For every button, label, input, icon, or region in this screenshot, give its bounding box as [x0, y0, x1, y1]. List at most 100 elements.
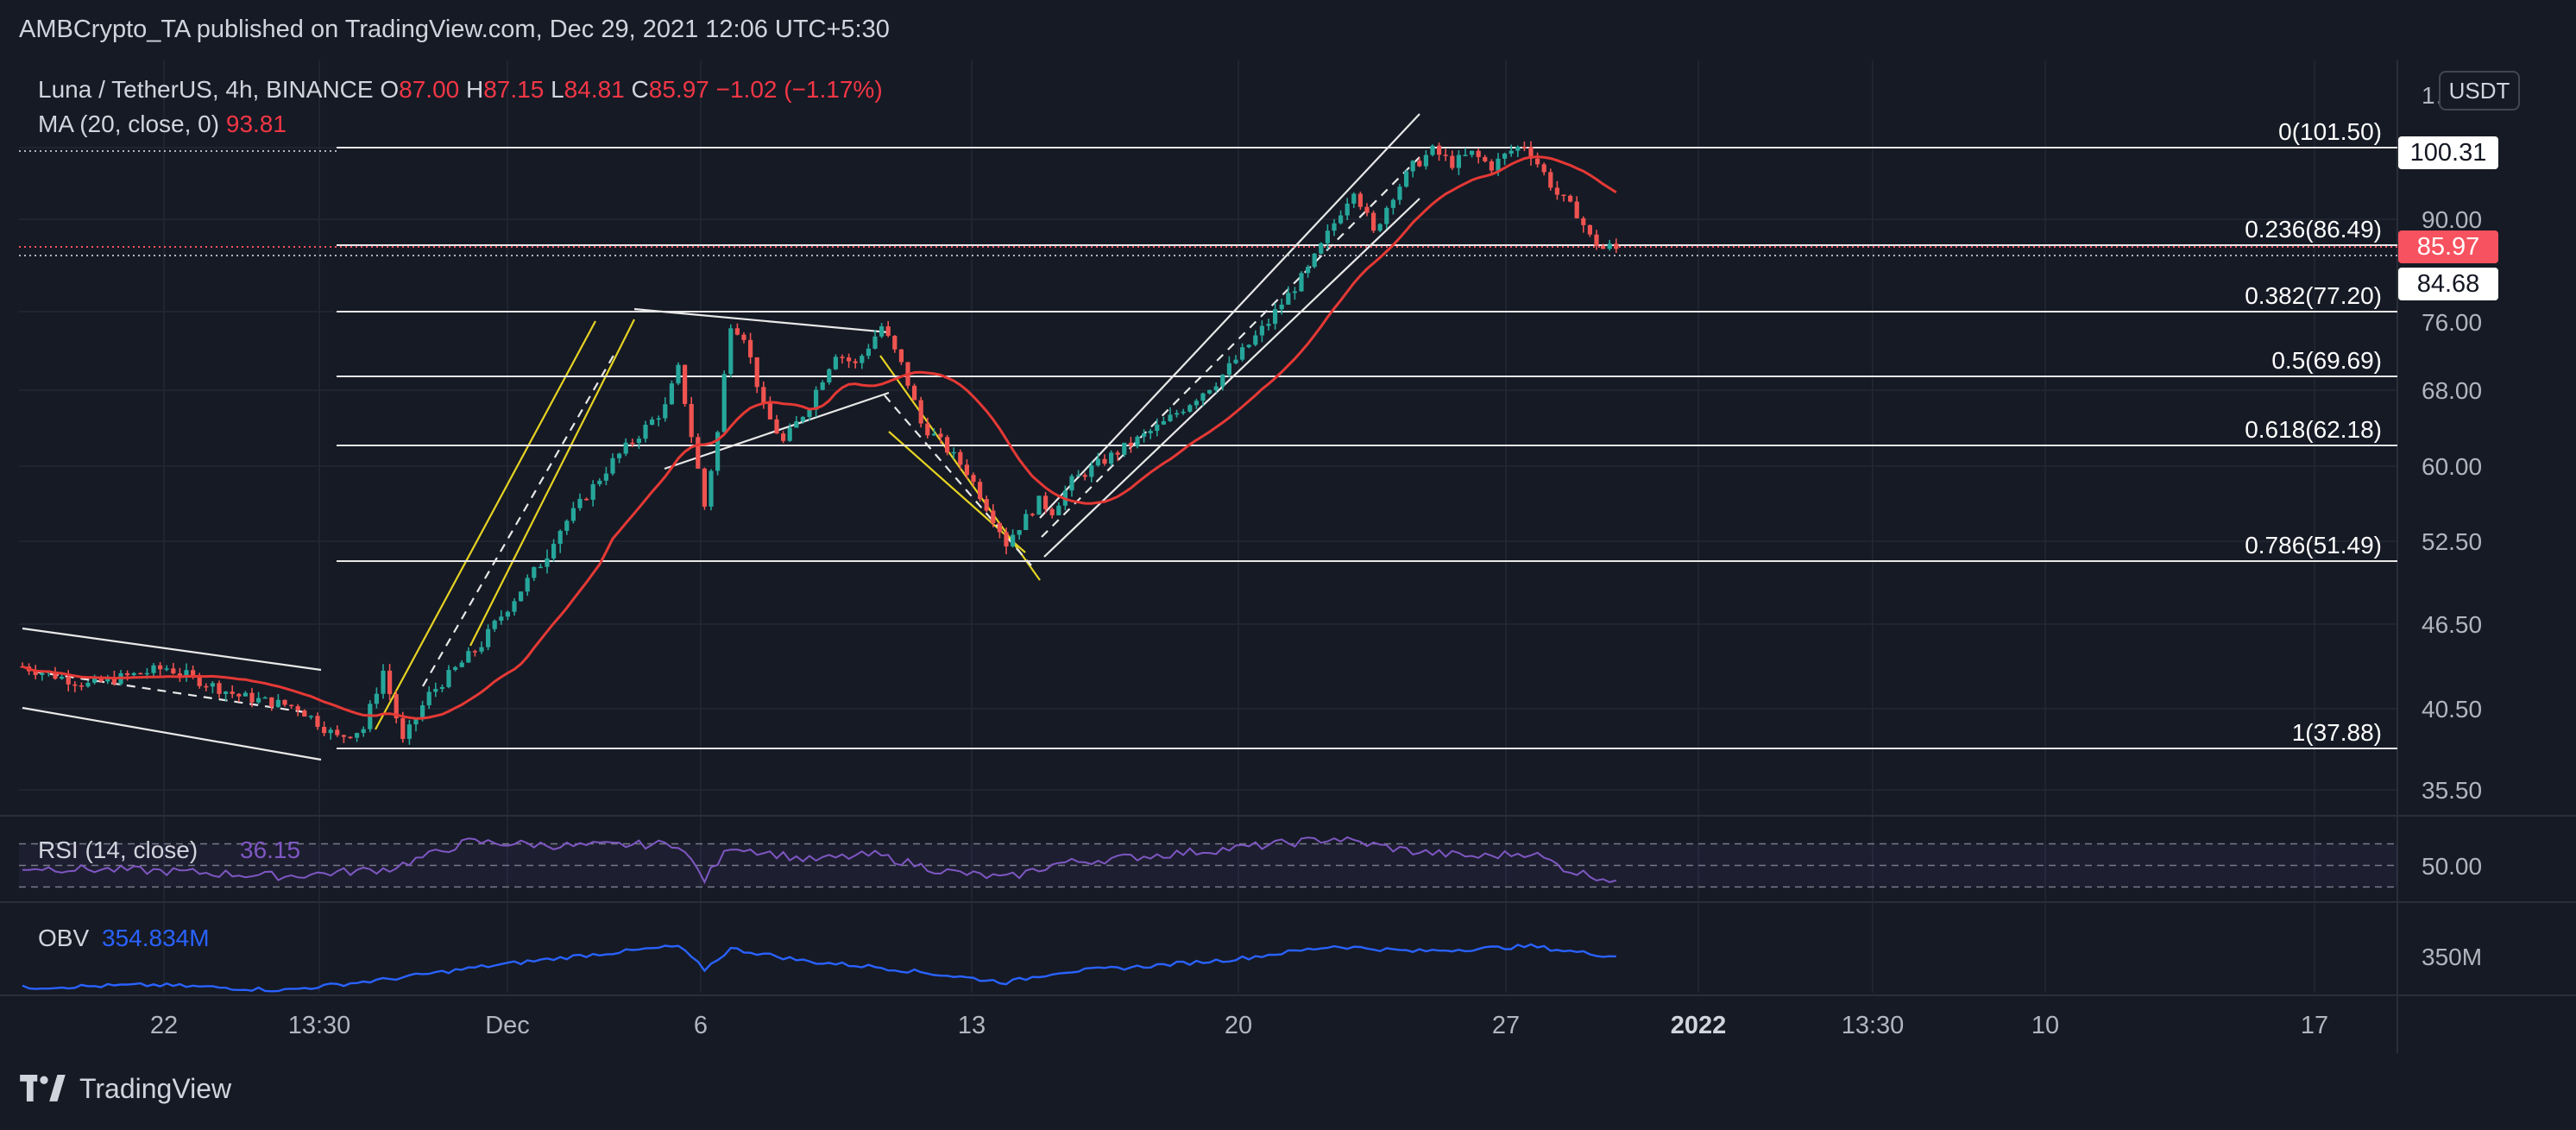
candle-body [466, 651, 471, 663]
candle-body [669, 383, 674, 405]
candle-body [158, 665, 163, 670]
candle-body [1148, 431, 1153, 433]
candle-body [184, 670, 189, 676]
candle-body [721, 374, 727, 432]
candle-body [400, 718, 406, 739]
candle-body [971, 475, 976, 483]
time-tick: 10 [2031, 1012, 2059, 1039]
candle-body [242, 692, 248, 697]
candle-body [964, 464, 969, 476]
candle-body [847, 357, 852, 362]
candle-body [512, 601, 517, 612]
candle-body [1357, 193, 1363, 207]
candle-body [1187, 405, 1193, 412]
candle-body [1581, 218, 1586, 225]
price-tick: 90.00 [2422, 206, 2482, 233]
candle-body [302, 710, 307, 717]
trendline [633, 307, 890, 334]
candle-body [210, 683, 215, 687]
candle-body [623, 442, 628, 454]
ma-legend[interactable]: MA (20, close, 0) 93.81 [38, 110, 287, 138]
candle-body [72, 684, 78, 686]
time-tick: 20 [1225, 1012, 1252, 1039]
tradingview-brand[interactable]: TradingView [19, 1073, 231, 1105]
candle-body [1377, 224, 1382, 231]
candle-body [1286, 293, 1291, 305]
candle-body [236, 693, 242, 697]
candle-body [643, 425, 648, 439]
candle-body [1319, 243, 1324, 254]
candle-body [1135, 436, 1140, 446]
candle-body [1109, 452, 1114, 464]
candle-body [767, 403, 772, 420]
candle-body [171, 668, 176, 674]
price-tick: 40.50 [2422, 696, 2482, 723]
candle-body [1502, 153, 1508, 159]
candle-body [381, 670, 386, 694]
price-tick: 52.50 [2422, 528, 2482, 555]
brand-name: TradingView [79, 1073, 232, 1104]
candle-body [1161, 420, 1166, 425]
price-tick: 76.00 [2422, 309, 2482, 336]
candle-body [997, 522, 1002, 533]
candle-body [617, 453, 622, 458]
candle-body [164, 668, 169, 670]
candle-body [545, 558, 550, 567]
candle-body [40, 672, 45, 675]
candle-body [564, 521, 570, 531]
symbol-pair[interactable]: Luna / TetherUS, 4h, BINANCE [38, 76, 374, 103]
candle-body [1364, 206, 1370, 213]
time-tick: 6 [694, 1012, 708, 1039]
candle-body [1515, 147, 1521, 151]
currency-button[interactable]: USDT [2439, 71, 2520, 110]
candle-body [912, 385, 917, 401]
candle-body [1561, 194, 1566, 197]
fib-label: 0.382(77.20) [2245, 282, 2382, 309]
time-tick: 13:30 [288, 1012, 351, 1039]
channel-midline [884, 395, 1032, 566]
open-value: 87.00 [399, 76, 460, 103]
candle-body [348, 736, 353, 739]
candle-body [918, 400, 923, 424]
candle-body [1089, 465, 1094, 477]
obv-line [22, 943, 1616, 993]
candle-body [1220, 375, 1225, 387]
candle-body [774, 419, 779, 434]
candle-body [1312, 253, 1317, 268]
candle-body [807, 409, 812, 418]
candle-body [872, 336, 878, 349]
candle-body [538, 566, 543, 569]
candle-body [898, 349, 904, 363]
price-tick: 35.50 [2422, 777, 2482, 804]
rsi-tick: 50.00 [2422, 853, 2482, 880]
candle-body [335, 729, 340, 735]
candle-body [1056, 505, 1061, 515]
candle-body [1266, 324, 1271, 326]
candle-body [1023, 514, 1029, 531]
candle-body [1417, 161, 1422, 167]
rsi-label: RSI (14, close) [38, 836, 198, 863]
candle-body [551, 543, 557, 559]
candle-body [794, 421, 799, 428]
candle-body [1351, 193, 1357, 204]
ma-value: 93.81 [225, 110, 287, 137]
candle-body [1594, 234, 1599, 246]
candle-body [1213, 386, 1219, 390]
candle-body [663, 404, 668, 419]
candle-body [741, 334, 746, 340]
candle-body [597, 480, 602, 484]
candle-body [1587, 224, 1592, 235]
candle-body [1535, 158, 1540, 165]
high-label: H [466, 76, 484, 103]
candle-body [827, 369, 832, 382]
candle-body [610, 458, 615, 474]
rsi-band-fill [19, 843, 2397, 887]
close-label: C [631, 76, 649, 103]
candle-body [866, 348, 871, 357]
candle-body [683, 364, 688, 404]
candle-body [256, 698, 261, 703]
price-chart[interactable]: 0(101.50) 0.236(86.49) 0.382(77.20) 0.5(69.… [0, 0, 2576, 1130]
candle-body [860, 356, 865, 363]
obv-value: 354.834M [102, 925, 210, 951]
candle-body [1338, 215, 1344, 224]
